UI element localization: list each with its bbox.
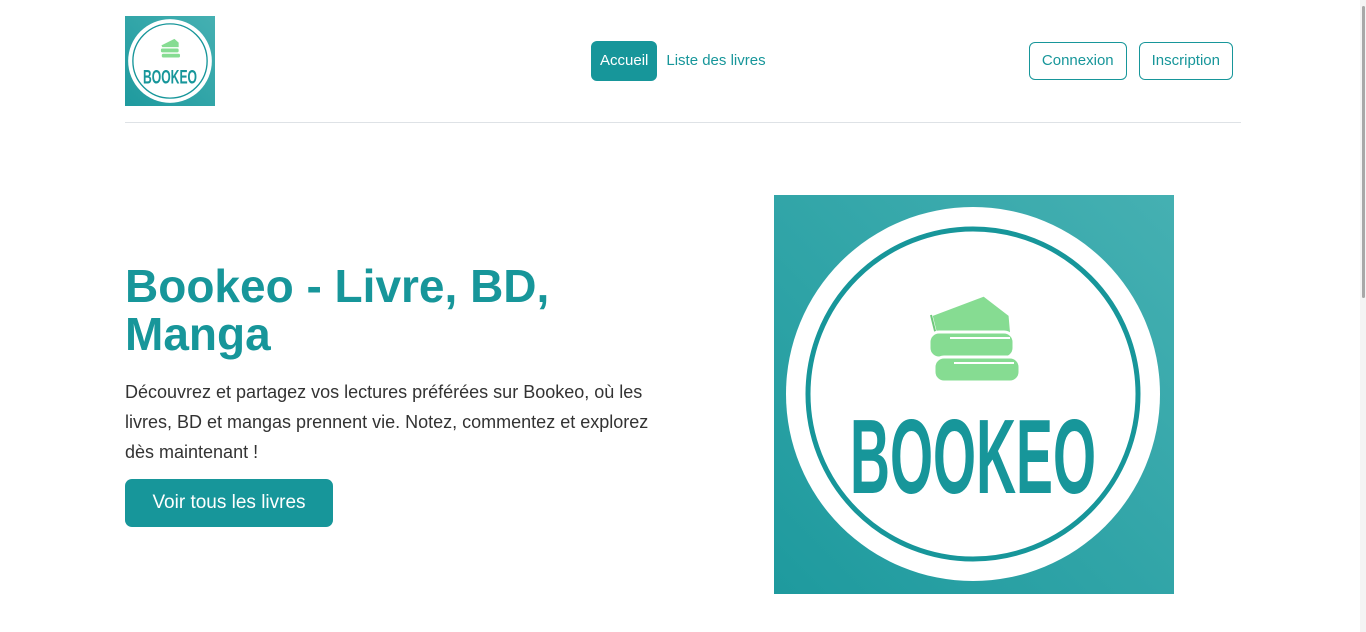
hero-title: Bookeo - Livre, BD, Manga [125,260,550,360]
hero-logo-image: BOOKEO [774,195,1174,594]
scrollbar-thumb[interactable] [1362,6,1365,298]
view-all-books-button[interactable]: Voir tous les livres [125,479,333,527]
register-button[interactable]: Inscription [1138,42,1233,80]
svg-text:BOOKEO: BOOKEO [850,398,1096,516]
login-button[interactable]: Connexion [1028,42,1127,80]
svg-text:BOOKEO: BOOKEO [143,67,197,89]
site-header: BOOKEO Accueil Liste des livres Connexio… [125,0,1241,123]
auth-buttons: Connexion Inscription [1028,42,1233,80]
hero-description: Découvrez et partagez vos lectures préfé… [125,382,649,462]
bookeo-logo[interactable]: BOOKEO [125,16,215,106]
page-scrollbar[interactable] [1360,0,1366,632]
nav-item-liste-des-livres[interactable]: Liste des livres [657,41,774,81]
nav-item-accueil[interactable]: Accueil [591,41,658,81]
main-nav: Accueil Liste des livres [591,41,775,81]
